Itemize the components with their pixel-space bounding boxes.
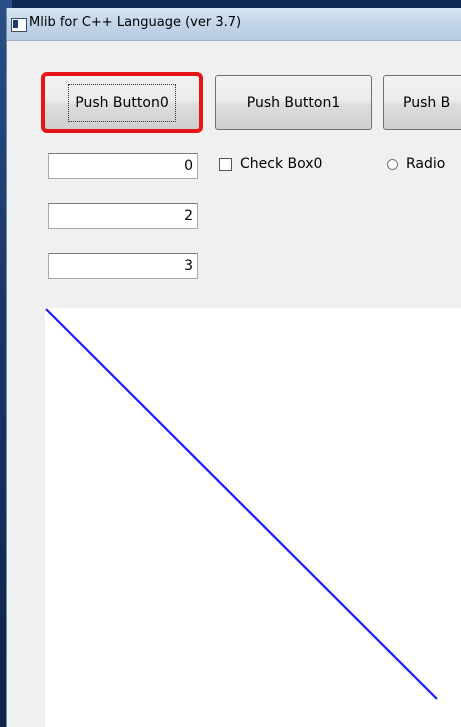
radio-button-0-label: Radio — [406, 156, 446, 172]
push-button-1[interactable]: Push Button1 — [215, 75, 372, 130]
checkbox-square-icon[interactable] — [219, 157, 232, 171]
push-button-1-label: Push Button1 — [246, 94, 341, 111]
canvas-svg — [45, 308, 438, 700]
push-button-2[interactable]: Push B — [383, 75, 461, 130]
check-box-0[interactable]: Check Box0 — [219, 156, 322, 172]
push-button-0[interactable]: Push Button0 — [41, 72, 203, 133]
edit-box-2[interactable]: 3 — [48, 253, 198, 279]
app-window: Mlib for C++ Language (ver 3.7) Push But… — [6, 8, 461, 727]
check-box-0-label: Check Box0 — [240, 156, 323, 172]
title-bar[interactable]: Mlib for C++ Language (ver 3.7) — [7, 8, 461, 41]
radio-circle-icon[interactable] — [387, 158, 398, 170]
push-button-2-label: Push B — [403, 94, 451, 111]
radio-button-0[interactable]: Radio — [387, 156, 445, 172]
diagonal-line — [45, 308, 438, 700]
edit-box-1[interactable]: 2 — [48, 203, 198, 229]
drawing-canvas — [45, 308, 461, 727]
push-button-0-label: Push Button0 — [68, 83, 176, 122]
window-title: Mlib for C++ Language (ver 3.7) — [29, 15, 242, 30]
client-area: Push Button0 Push Button1 Push B 0 2 3 C… — [10, 41, 461, 727]
edit-box-0[interactable]: 0 — [48, 153, 198, 179]
app-icon — [11, 18, 27, 32]
